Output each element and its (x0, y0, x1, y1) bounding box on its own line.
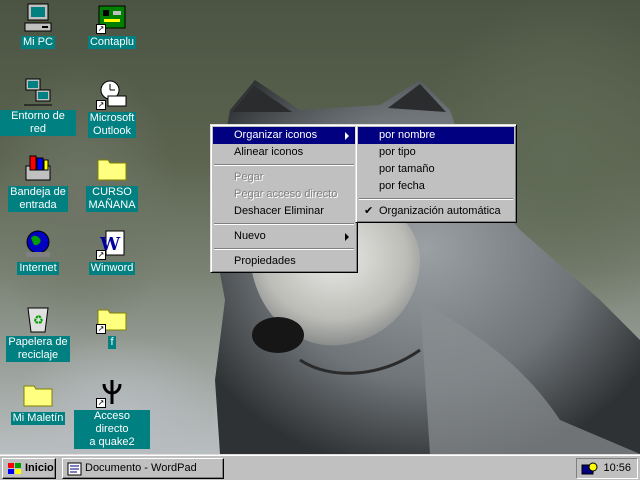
icon-label: Acceso directo a quake2 (74, 410, 150, 449)
desktop-icon-winword[interactable]: W ↗ Winword (74, 228, 150, 275)
shortcut-arrow-icon: ↗ (96, 24, 106, 34)
icon-label: Mi Maletín (10, 412, 66, 425)
tray-app-icon[interactable] (581, 461, 599, 477)
menu-item-pegar-acceso-directo[interactable]: Pegar acceso directo (213, 186, 355, 203)
submenu-item-por-fecha[interactable]: por fecha (358, 178, 514, 195)
submenu-arrow-icon (345, 233, 349, 241)
taskbar-button-wordpad[interactable]: Documento - WordPad (62, 458, 224, 479)
globe-icon (22, 228, 54, 260)
desktop[interactable]: Mi PC ↗ Contaplu Entorno de red ↗ Micros… (0, 0, 640, 454)
menu-separator (214, 164, 354, 166)
desktop-icon-mi-pc[interactable]: Mi PC (0, 2, 76, 49)
menu-item-deshacer-eliminar[interactable]: Deshacer Eliminar (213, 203, 355, 220)
menu-item-nuevo[interactable]: Nuevo (213, 228, 355, 245)
folder-icon: ↗ (96, 302, 128, 334)
menu-item-organizar-iconos[interactable]: Organizar iconos (213, 127, 355, 144)
computer-icon (22, 2, 54, 34)
menu-separator (359, 198, 513, 200)
svg-text:♻: ♻ (33, 313, 44, 327)
word-icon: W ↗ (96, 228, 128, 260)
menu-item-pegar[interactable]: Pegar (213, 169, 355, 186)
windows-logo-icon (8, 463, 21, 474)
menu-item-alinear-iconos[interactable]: Alinear iconos (213, 144, 355, 161)
icon-label: Contaplu (87, 36, 137, 49)
desktop-icon-microsoft-outlook[interactable]: ↗ Microsoft Outlook (74, 78, 150, 138)
desktop-icon-acceso-directo-quake2[interactable]: ↗ Acceso directo a quake2 (74, 376, 150, 449)
icon-label: Mi PC (21, 36, 55, 49)
quake-icon: ↗ (96, 376, 128, 408)
clock[interactable]: 10:56 (603, 459, 631, 478)
icon-label: Entorno de red (0, 110, 76, 136)
system-tray: 10:56 (576, 458, 638, 479)
menu-separator (214, 248, 354, 250)
circuit-board-icon: ↗ (96, 2, 128, 34)
desktop-icon-entorno-de-red[interactable]: Entorno de red (0, 76, 76, 136)
icon-label: Microsoft Outlook (87, 112, 137, 138)
desktop-icon-mi-maletin[interactable]: Mi Maletín (0, 378, 76, 425)
outlook-icon: ↗ (96, 78, 128, 110)
taskbar: Inicio Documento - WordPad 10:56 (0, 454, 640, 480)
desktop-icon-papelera-de-reciclaje[interactable]: ♻ Papelera de reciclaje (0, 302, 76, 362)
submenu-item-por-nombre[interactable]: por nombre (358, 127, 514, 144)
arrange-icons-submenu: por nombre por tipo por tamaño por fecha… (355, 124, 517, 223)
folder-icon (96, 152, 128, 184)
shortcut-arrow-icon: ↗ (96, 324, 106, 334)
start-label: Inicio (25, 462, 54, 474)
desktop-icon-f[interactable]: ↗ f (74, 302, 150, 349)
submenu-item-por-tipo[interactable]: por tipo (358, 144, 514, 161)
menu-item-propiedades[interactable]: Propiedades (213, 253, 355, 270)
shortcut-arrow-icon: ↗ (96, 100, 106, 110)
desktop-icon-bandeja-de-entrada[interactable]: Bandeja de entrada (0, 152, 76, 212)
inbox-icon (22, 152, 54, 184)
wordpad-icon (67, 462, 82, 476)
desktop-icon-internet[interactable]: Internet (0, 228, 76, 275)
desktop-context-menu: Organizar iconos Alinear iconos Pegar Pe… (210, 124, 358, 273)
shortcut-arrow-icon: ↗ (96, 398, 106, 408)
icon-label: Bandeja de entrada (8, 186, 68, 212)
task-label: Documento - WordPad (85, 462, 197, 474)
icon-label: Papelera de reciclaje (6, 336, 70, 362)
recycle-bin-icon: ♻ (22, 302, 54, 334)
start-button[interactable]: Inicio (2, 458, 56, 479)
submenu-item-organizacion-automatica[interactable]: ✔ Organización automática (358, 203, 514, 220)
icon-label: Internet (17, 262, 59, 275)
submenu-item-por-tamano[interactable]: por tamaño (358, 161, 514, 178)
briefcase-icon (22, 378, 54, 410)
menu-separator (214, 223, 354, 225)
desktop-icon-curso-manana[interactable]: CURSO MAÑANA (74, 152, 150, 212)
submenu-arrow-icon (345, 132, 349, 140)
icon-label: Winword (88, 262, 136, 275)
network-icon (22, 76, 54, 108)
icon-label: CURSO MAÑANA (86, 186, 138, 212)
shortcut-arrow-icon: ↗ (96, 250, 106, 260)
icon-label: f (108, 336, 116, 349)
checkmark-icon: ✔ (364, 205, 374, 217)
desktop-icon-contaplu[interactable]: ↗ Contaplu (74, 2, 150, 49)
